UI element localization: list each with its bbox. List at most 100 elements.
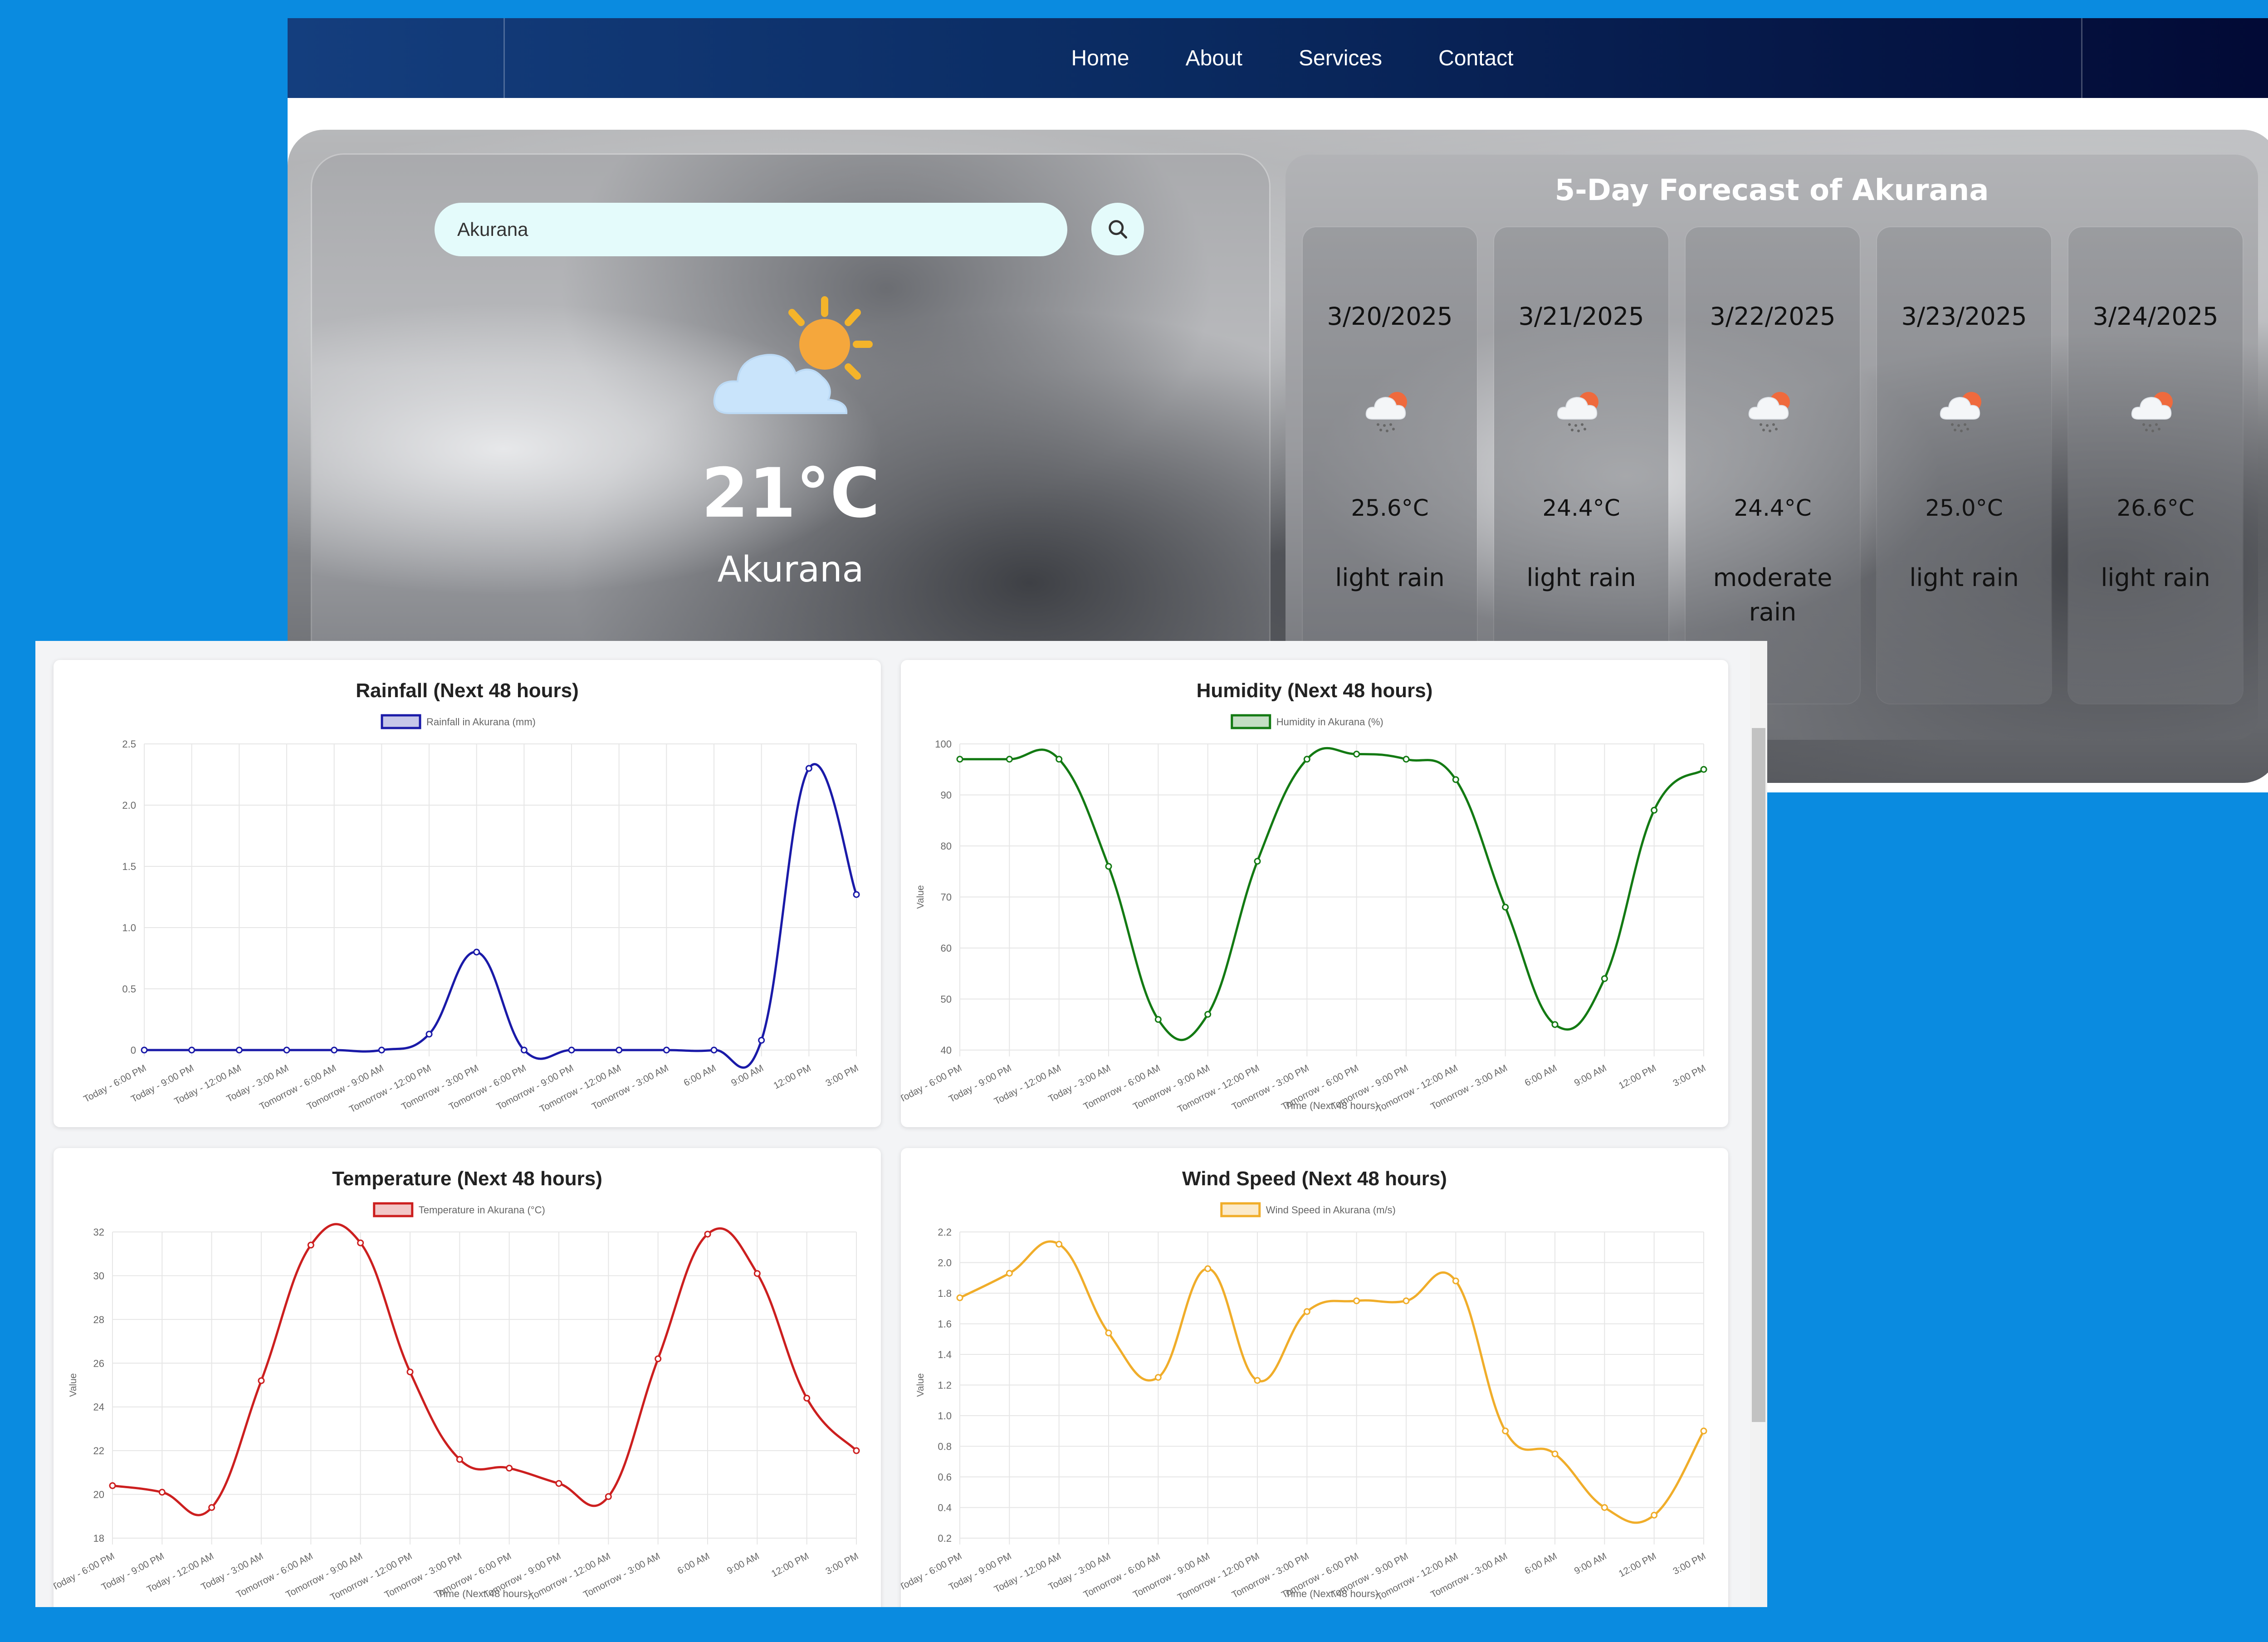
data-point[interactable] <box>1651 1511 1658 1519</box>
data-point[interactable] <box>235 1046 243 1054</box>
data-point[interactable] <box>1154 1374 1162 1381</box>
temperature-chart-card: Temperature (Next 48 hours) Temperature i… <box>54 1148 881 1607</box>
scrollbar-thumb[interactable] <box>1752 728 1765 1422</box>
data-point[interactable] <box>853 891 860 898</box>
y-tick-label: 40 <box>941 1045 952 1056</box>
data-point[interactable] <box>141 1046 148 1054</box>
data-point[interactable] <box>1700 766 1707 773</box>
data-point[interactable] <box>555 1480 562 1487</box>
data-point[interactable] <box>1204 1265 1212 1272</box>
data-point[interactable] <box>1601 1504 1608 1511</box>
data-point[interactable] <box>1452 776 1459 783</box>
data-point[interactable] <box>1452 1277 1459 1285</box>
data-point[interactable] <box>853 1447 860 1454</box>
data-point[interactable] <box>956 756 963 763</box>
data-point[interactable] <box>1204 1011 1212 1018</box>
x-tick-label: Tomorrow - 6:00 AM <box>258 1063 338 1112</box>
data-point[interactable] <box>1651 806 1658 814</box>
data-point[interactable] <box>956 1294 963 1301</box>
data-point[interactable] <box>1056 1241 1063 1248</box>
data-point[interactable] <box>1551 1021 1559 1028</box>
chart-legend[interactable]: Wind Speed in Akurana (m/s) <box>1220 1202 1396 1217</box>
data-point[interactable] <box>1006 1270 1013 1277</box>
data-point[interactable] <box>425 1031 433 1038</box>
x-tick-label: 3:00 PM <box>1671 1551 1707 1577</box>
x-tick-label: Tomorrow - 12:00 AM <box>528 1551 612 1603</box>
charts-window: Rainfall (Next 48 hours) Rainfall in Akur… <box>35 641 1767 1607</box>
data-point[interactable] <box>208 1504 215 1511</box>
forecast-temperature: 25.0°C <box>1925 495 2003 521</box>
data-point[interactable] <box>1601 975 1608 982</box>
data-point[interactable] <box>1700 1427 1707 1435</box>
data-point[interactable] <box>1006 756 1013 763</box>
data-point[interactable] <box>307 1241 314 1249</box>
x-tick-label: Tomorrow - 12:00 PM <box>1176 1063 1261 1115</box>
data-point[interactable] <box>1353 1297 1360 1305</box>
data-point[interactable] <box>758 1036 765 1044</box>
nav-links: Home About Services Contact <box>288 18 2268 98</box>
nav-link-services[interactable]: Services <box>1299 46 1382 71</box>
chart-legend[interactable]: Rainfall in Akurana (mm) <box>381 714 536 729</box>
data-point[interactable] <box>1353 751 1360 757</box>
data-point[interactable] <box>357 1239 364 1246</box>
temperature-chart: Temperature (Next 48 hours) Temperature i… <box>54 1168 860 1603</box>
data-point[interactable] <box>1254 858 1261 865</box>
data-point[interactable] <box>158 1489 166 1496</box>
data-point[interactable] <box>710 1046 718 1054</box>
data-point[interactable] <box>506 1465 513 1472</box>
y-tick-label: 22 <box>93 1445 104 1456</box>
data-point[interactable] <box>803 1394 811 1402</box>
data-point[interactable] <box>1502 904 1509 911</box>
data-point[interactable] <box>378 1046 385 1054</box>
data-point[interactable] <box>663 1046 670 1054</box>
data-point[interactable] <box>258 1377 265 1384</box>
legend-swatch <box>373 1202 414 1217</box>
x-tick-label: Tomorrow - 12:00 AM <box>1375 1551 1460 1603</box>
data-point[interactable] <box>1403 756 1410 763</box>
data-point[interactable] <box>605 1493 612 1500</box>
data-point[interactable] <box>406 1368 414 1376</box>
chart-legend[interactable]: Temperature in Akurana (°C) <box>373 1202 545 1217</box>
data-point[interactable] <box>109 1482 116 1489</box>
y-tick-label: 24 <box>93 1402 104 1413</box>
data-point[interactable] <box>331 1046 338 1054</box>
data-point[interactable] <box>1056 756 1063 763</box>
x-tick-label: Tomorrow - 12:00 PM <box>347 1063 433 1115</box>
nav-link-about[interactable]: About <box>1186 46 1242 71</box>
data-point[interactable] <box>1254 1377 1261 1384</box>
chart-legend[interactable]: Humidity in Akurana (%) <box>1231 714 1383 729</box>
x-tick-label: Tomorrow - 9:00 AM <box>305 1063 386 1112</box>
x-tick-label: 12:00 PM <box>770 1551 811 1579</box>
legend-label: Temperature in Akurana (°C) <box>419 1204 545 1216</box>
x-tick-label: 9:00 AM <box>1573 1063 1608 1088</box>
chart-grid <box>112 1232 857 1544</box>
y-axis-label: Value <box>68 1373 78 1397</box>
data-point[interactable] <box>456 1456 463 1463</box>
data-point[interactable] <box>283 1046 290 1054</box>
x-tick-label: Tomorrow - 6:00 PM <box>447 1063 528 1112</box>
city-search-input[interactable] <box>435 203 1067 256</box>
data-point[interactable] <box>1502 1427 1509 1435</box>
data-point[interactable] <box>1154 1016 1162 1023</box>
data-point[interactable] <box>1303 756 1310 763</box>
data-point[interactable] <box>473 948 480 956</box>
data-point[interactable] <box>520 1046 528 1054</box>
data-point[interactable] <box>616 1046 623 1054</box>
data-point[interactable] <box>1403 1297 1410 1305</box>
search-button[interactable] <box>1091 203 1144 255</box>
data-point[interactable] <box>655 1355 662 1363</box>
data-point[interactable] <box>753 1270 761 1277</box>
data-point[interactable] <box>805 765 812 772</box>
data-point[interactable] <box>568 1046 575 1054</box>
data-point[interactable] <box>1551 1450 1559 1457</box>
data-point[interactable] <box>1303 1308 1310 1315</box>
rainfall-chart: Rainfall (Next 48 hours) Rainfall in Akur… <box>82 679 860 1115</box>
series-line <box>144 763 858 1069</box>
data-point[interactable] <box>188 1046 196 1054</box>
data-point[interactable] <box>1105 1329 1112 1337</box>
data-point[interactable] <box>704 1231 711 1238</box>
nav-link-contact[interactable]: Contact <box>1438 46 1513 71</box>
nav-link-home[interactable]: Home <box>1071 46 1129 71</box>
data-point[interactable] <box>1105 863 1112 870</box>
forecast-day-card: 3/22/2025 24.4°C moderate rain <box>1686 227 1860 704</box>
